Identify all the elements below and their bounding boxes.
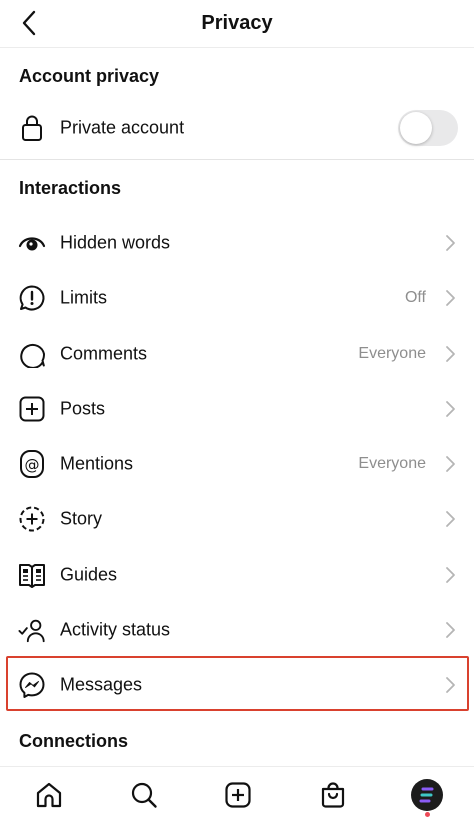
create-tab[interactable] [222,779,254,811]
row-hidden-words[interactable]: Hidden words [0,218,474,268]
create-icon [225,782,251,808]
chevron-right-icon [446,235,455,251]
bottom-tab-bar [0,766,474,823]
mention-icon: @ [18,450,46,478]
row-label: Comments [60,343,148,364]
row-mentions[interactable]: @ Mentions Everyone [0,439,474,489]
chevron-right-icon [446,511,455,527]
row-guides[interactable]: Guides [0,550,474,600]
row-label: Activity status [60,619,171,640]
row-label: Guides [60,564,118,585]
chevron-right-icon [446,456,455,472]
search-tab[interactable] [128,779,160,811]
chevron-right-icon [446,567,455,583]
lock-icon [18,114,46,142]
shop-tab[interactable] [317,779,349,811]
row-label: Posts [60,398,106,419]
shop-icon [321,782,345,808]
comment-icon [18,340,46,368]
row-label: Story [60,508,103,529]
private-account-toggle[interactable] [398,110,458,146]
row-label: Limits [60,287,108,308]
messages-highlight-box [6,656,469,711]
page-title: Privacy [201,12,273,34]
home-icon [36,782,62,808]
profile-avatar [411,779,443,811]
hidden-words-icon [18,229,46,257]
row-activity-status[interactable]: Activity status [0,605,474,655]
row-posts[interactable]: Posts [0,384,474,434]
chevron-right-icon [446,401,455,417]
chevron-right-icon [446,346,455,362]
posts-icon [18,395,46,423]
home-tab[interactable] [33,779,65,811]
row-label: Hidden words [60,232,171,253]
profile-tab[interactable] [411,779,443,811]
search-icon [131,782,157,808]
header-bar: Privacy [0,0,474,48]
story-icon [18,505,46,533]
section-title-interactions: Interactions [19,178,122,198]
row-value: Everyone [358,345,426,362]
notification-dot [425,812,430,817]
row-story[interactable]: Story [0,494,474,544]
row-comments[interactable]: Comments Everyone [0,329,474,379]
row-limits[interactable]: Limits Off [0,273,474,323]
toggle-knob [400,112,432,144]
row-value: Off [404,289,426,306]
private-account-label: Private account [60,117,185,138]
row-value: Everyone [358,455,426,472]
guides-icon [18,561,46,589]
section-title-connections: Connections [19,731,129,751]
chevron-right-icon [446,290,455,306]
svg-text:@: @ [25,456,40,474]
row-label: Mentions [60,453,134,474]
section-title-account-privacy: Account privacy [19,66,160,86]
profile-logo-icon [419,787,434,803]
activity-status-icon [18,616,46,644]
limits-icon [18,284,46,312]
chevron-right-icon [446,622,455,638]
section-divider [0,159,474,160]
private-account-row[interactable]: Private account [0,103,474,153]
